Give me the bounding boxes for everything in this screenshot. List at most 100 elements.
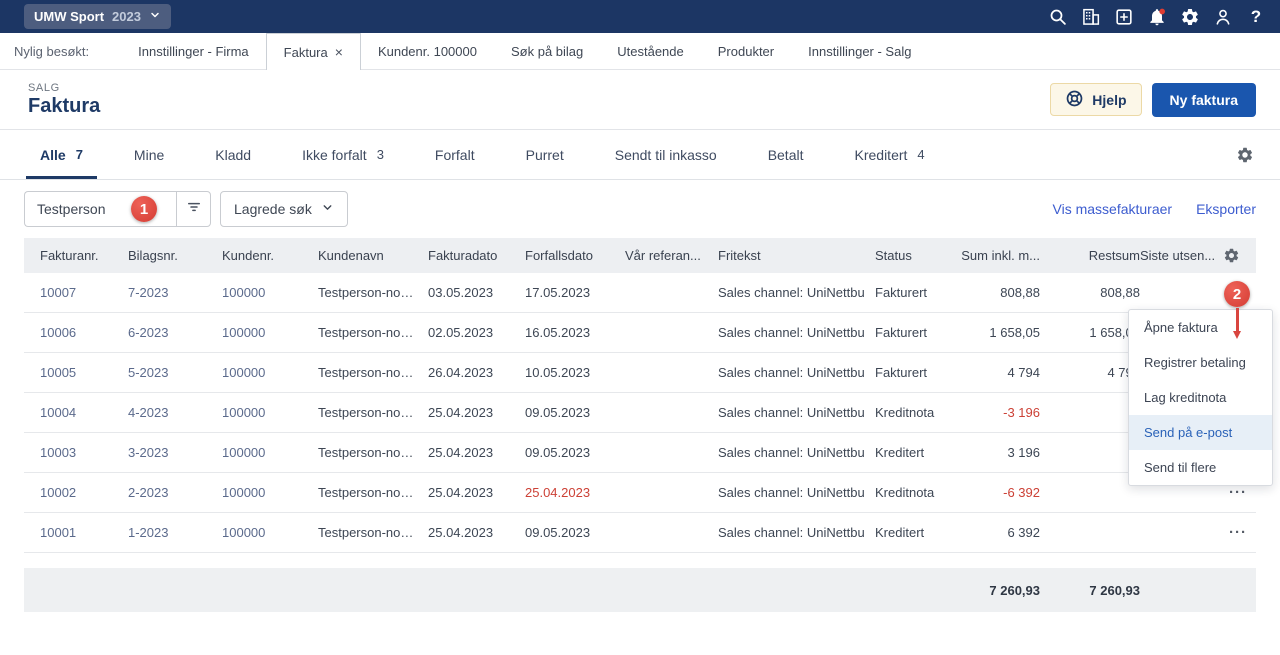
cell-status: Kreditert [875, 525, 960, 540]
cell-fakturanr[interactable]: 10004 [40, 405, 128, 420]
cell-fakturanr[interactable]: 10002 [40, 485, 128, 500]
filter-button[interactable] [176, 191, 211, 227]
cell-sum: 1 658,05 [960, 325, 1040, 340]
notifications-icon[interactable] [1147, 7, 1167, 27]
column-header-status[interactable]: Status [875, 248, 960, 263]
help-icon[interactable]: ? [1246, 7, 1266, 27]
cell-fakturadato: 25.04.2023 [428, 445, 525, 460]
recent-tab-utest-ende[interactable]: Utestående [600, 33, 701, 69]
menu-item-send-til-flere[interactable]: Send til flere [1129, 450, 1272, 485]
status-tab-label: Alle [40, 147, 66, 163]
company-selector[interactable]: UMW Sport 2023 [24, 4, 171, 29]
cell-forfallsdato: 09.05.2023 [525, 525, 625, 540]
cell-kundenavn: Testperson-no… [318, 485, 428, 500]
search-icon[interactable] [1048, 7, 1068, 27]
recent-tabs: Innstillinger - FirmaFaktura×Kundenr. 10… [121, 33, 928, 69]
annotation-badge-1: 1 [131, 196, 157, 222]
recent-tab-s-k-p-bilag[interactable]: Søk på bilag [494, 33, 600, 69]
table-row[interactable]: 100022-2023100000Testperson-no…25.04.202… [24, 473, 1256, 513]
cell-forfallsdato: 16.05.2023 [525, 325, 625, 340]
kebab-menu-icon[interactable]: ··· [1229, 484, 1247, 501]
table-totals-row: 7 260,93 7 260,93 [24, 568, 1256, 612]
cell-status: Kreditnota [875, 485, 960, 500]
cell-fakturanr[interactable]: 10001 [40, 525, 128, 540]
table-row[interactable]: 100033-2023100000Testperson-no…25.04.202… [24, 433, 1256, 473]
status-tab-alle[interactable]: Alle7 [40, 130, 83, 179]
table-settings-gear-icon[interactable] [1220, 245, 1242, 267]
recent-tab-kundenr-100000[interactable]: Kundenr. 100000 [361, 33, 494, 69]
status-tabs: Alle7 Mine Kladd Ikke forfalt3 Forfalt Purret… [40, 130, 925, 179]
cell-fakturanr[interactable]: 10005 [40, 365, 128, 380]
settings-icon[interactable] [1180, 7, 1200, 27]
cell-sum: -6 392 [960, 485, 1040, 500]
table-row[interactable]: 100055-2023100000Testperson-no…26.04.202… [24, 353, 1256, 393]
tab-settings-gear-icon[interactable] [1234, 144, 1256, 166]
column-header-v-r-referan[interactable]: Vår referan... [625, 248, 718, 263]
table-row[interactable]: 100044-2023100000Testperson-no…25.04.202… [24, 393, 1256, 433]
table-body: 100077-2023100000Testperson-no…03.05.202… [24, 273, 1256, 553]
menu-item-pne-faktura[interactable]: Åpne faktura [1129, 310, 1272, 345]
recent-tab-innstillinger-salg[interactable]: Innstillinger - Salg [791, 33, 928, 69]
column-header-restsum[interactable]: Restsum [1040, 248, 1140, 263]
recent-tab-produkter[interactable]: Produkter [701, 33, 791, 69]
totals-sum: 7 260,93 [960, 583, 1040, 598]
column-header-sum-inkl-m[interactable]: Sum inkl. m... [960, 248, 1040, 263]
status-tab-mine[interactable]: Mine [134, 130, 164, 179]
status-tab-sendt-til-inkasso[interactable]: Sendt til inkasso [615, 130, 717, 179]
cell-fakturanr[interactable]: 10006 [40, 325, 128, 340]
table-row[interactable]: 100066-2023100000Testperson-no…02.05.202… [24, 313, 1256, 353]
cell-bilagsnr: 5-2023 [128, 365, 222, 380]
new-invoice-button[interactable]: Ny faktura [1152, 83, 1256, 117]
menu-item-registrer-betaling[interactable]: Registrer betaling [1129, 345, 1272, 380]
status-tab-betalt[interactable]: Betalt [768, 130, 804, 179]
company-icon[interactable] [1081, 7, 1101, 27]
column-header-fakturanr[interactable]: Fakturanr. [40, 248, 128, 263]
menu-item-send-p-e-post[interactable]: Send på e-post [1129, 415, 1272, 450]
link-vis-massefakturaer[interactable]: Vis massefakturaer [1053, 201, 1173, 217]
help-button[interactable]: Hjelp [1050, 83, 1141, 116]
recently-visited-bar: Nylig besøkt: Innstillinger - FirmaFaktu… [0, 33, 1280, 70]
status-tab-forfalt[interactable]: Forfalt [435, 130, 475, 179]
cell-status: Fakturert [875, 365, 960, 380]
cell-status: Kreditert [875, 445, 960, 460]
annotation-arrow [1235, 308, 1240, 340]
recent-tab-innstillinger-firma[interactable]: Innstillinger - Firma [121, 33, 266, 69]
cell-forfallsdato: 10.05.2023 [525, 365, 625, 380]
column-header-forfallsdato[interactable]: Forfallsdato [525, 248, 625, 263]
cell-fakturanr[interactable]: 10003 [40, 445, 128, 460]
invoice-table: Fakturanr.Bilagsnr.Kundenr.KundenavnFakt… [24, 238, 1256, 612]
column-header-fakturadato[interactable]: Fakturadato [428, 248, 525, 263]
cell-bilagsnr: 6-2023 [128, 325, 222, 340]
link-eksporter[interactable]: Eksporter [1196, 201, 1256, 217]
close-icon[interactable]: × [335, 44, 343, 60]
cell-fakturanr[interactable]: 10007 [40, 285, 128, 300]
recent-tab-faktura[interactable]: Faktura× [266, 33, 361, 70]
column-header-kundenavn[interactable]: Kundenavn [318, 248, 428, 263]
account-icon[interactable] [1213, 7, 1233, 27]
table-row[interactable]: 100077-2023100000Testperson-no…03.05.202… [24, 273, 1256, 313]
cell-fakturadato: 03.05.2023 [428, 285, 525, 300]
table-header-row: Fakturanr.Bilagsnr.Kundenr.KundenavnFakt… [24, 238, 1256, 273]
status-tab-kreditert[interactable]: Kreditert4 [855, 130, 925, 179]
status-tab-kladd[interactable]: Kladd [215, 130, 251, 179]
status-tab-label: Forfalt [435, 147, 475, 163]
cell-fritekst: Sales channel: UniNettbu [718, 525, 875, 540]
status-tab-ikke-forfalt[interactable]: Ikke forfalt3 [302, 130, 384, 179]
filter-toolbar: Lagrede søk Vis massefakturaer Eksporter [0, 180, 1280, 238]
menu-item-lag-kreditnota[interactable]: Lag kreditnota [1129, 380, 1272, 415]
saved-searches-button[interactable]: Lagrede søk [220, 191, 348, 227]
table-row[interactable]: 100011-2023100000Testperson-no…25.04.202… [24, 513, 1256, 553]
column-header-bilagsnr[interactable]: Bilagsnr. [128, 248, 222, 263]
status-tab-purret[interactable]: Purret [526, 130, 564, 179]
column-header-kundenr[interactable]: Kundenr. [222, 248, 318, 263]
column-header-fritekst[interactable]: Fritekst [718, 248, 875, 263]
add-icon[interactable] [1114, 7, 1134, 27]
cell-status: Fakturert [875, 325, 960, 340]
cell-fritekst: Sales channel: UniNettbu [718, 325, 875, 340]
column-header-siste-utsen[interactable]: Siste utsen... [1140, 248, 1220, 263]
saved-searches-label: Lagrede søk [234, 201, 312, 217]
recent-tab-label: Produkter [718, 44, 774, 59]
kebab-menu-icon[interactable]: ··· [1229, 524, 1247, 541]
lifebuoy-icon [1065, 89, 1084, 111]
toolbar-links: Vis massefakturaer Eksporter [1053, 201, 1257, 217]
